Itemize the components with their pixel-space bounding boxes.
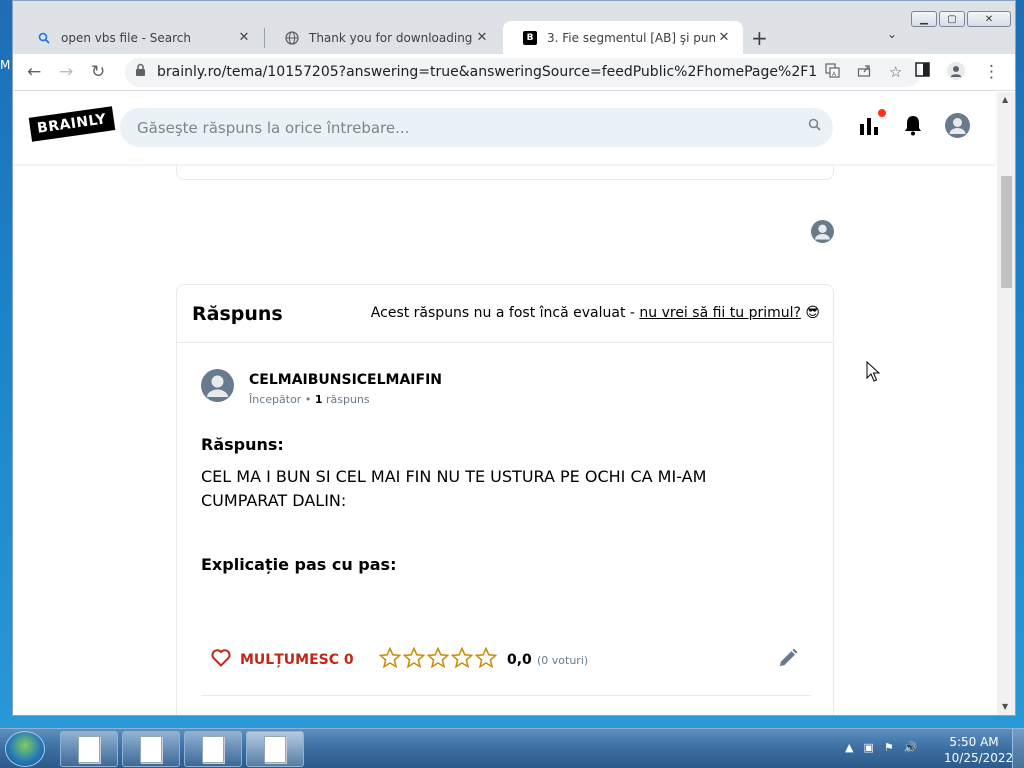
scroll-up-arrow-icon[interactable]: ▲ <box>1002 95 1008 104</box>
search-icon[interactable] <box>808 118 821 135</box>
previous-card-edge <box>176 164 834 180</box>
lock-icon <box>135 63 149 80</box>
tab-title: Thank you for downloading Visual <box>309 30 473 45</box>
side-panel-icon[interactable] <box>915 62 930 82</box>
clock[interactable]: 5:50 AM 10/25/2022 <box>944 734 1014 766</box>
search-input[interactable]: Găseşte răspuns la orice întrebare... <box>120 108 833 147</box>
tab-brainly[interactable]: B 3. Fie segmentul [AB] şi punctele ✕ <box>503 21 743 54</box>
close-icon[interactable]: ✕ <box>715 30 733 45</box>
scrollbar-thumb[interactable] <box>1001 176 1012 288</box>
tab-list-chevron-icon[interactable]: ⌄ <box>887 27 897 41</box>
document-icon <box>202 735 224 763</box>
show-desktop-button[interactable] <box>1012 729 1024 768</box>
notification-dot <box>878 109 886 117</box>
taskbar-app-2[interactable] <box>122 731 180 767</box>
taskbar-app-4[interactable] <box>246 731 304 767</box>
system-tray: ▲ ▣ ⚑ 🔊 <box>845 741 917 754</box>
minimize-button[interactable]: ▁ <box>911 11 937 27</box>
evaluation-link[interactable]: nu vrei să fii tu primul? <box>639 305 801 321</box>
star-icon[interactable] <box>379 647 401 669</box>
close-icon[interactable]: ✕ <box>473 30 491 45</box>
address-bar[interactable]: brainly.ro/tema/10157205?answering=true&… <box>125 58 921 87</box>
answer-card: Răspuns Acest răspuns nu a fost încă eva… <box>176 284 834 715</box>
forward-arrow-icon[interactable]: → <box>59 62 73 82</box>
answer-card-header: Răspuns Acest răspuns nu a fost încă eva… <box>177 285 833 343</box>
pencil-edit-icon[interactable] <box>777 647 799 673</box>
explanation-label: Explicație pas cu pas: <box>201 555 397 574</box>
answerer-count-label: răspuns <box>325 393 370 406</box>
brainly-favicon-icon: B <box>523 30 537 45</box>
tab-download[interactable]: Thank you for downloading Visual ✕ <box>265 21 501 54</box>
action-center-flag-icon[interactable]: ⚑ <box>884 741 894 754</box>
menu-kebab-icon[interactable]: ⋮ <box>983 62 1000 82</box>
tab-title: open vbs file - Search <box>61 30 192 45</box>
evaluation-text: Acest răspuns nu a fost încă evaluat - <box>370 305 640 321</box>
volume-icon[interactable]: 🔊 <box>904 741 918 754</box>
answer-body: CEL MA I BUN SI CEL MAI FIN NU TE USTURA… <box>201 467 707 510</box>
brainly-logo[interactable]: BRAINLY <box>28 106 115 142</box>
evaluation-notice: Acest răspuns nu a fost încă evaluat - n… <box>371 305 820 321</box>
maximize-button[interactable]: ▢ <box>939 11 965 27</box>
page-scrollbar[interactable]: ▲ ▼ <box>997 92 1015 715</box>
answerer-rank: Începător <box>249 393 302 406</box>
back-arrow-icon[interactable]: ← <box>27 62 41 82</box>
star-icon[interactable] <box>475 647 497 669</box>
taskbar-app-1[interactable] <box>60 731 118 767</box>
document-icon <box>140 735 162 763</box>
mouse-pointer-icon <box>866 360 881 387</box>
tray-up-arrow-icon[interactable]: ▲ <box>845 741 853 754</box>
tab-search[interactable]: open vbs file - Search ✕ <box>17 21 263 54</box>
brainly-header: BRAINLY Găseşte răspuns la orice întreba… <box>13 92 995 164</box>
profile-icon[interactable] <box>947 62 965 85</box>
answerer-count: 1 <box>314 393 323 406</box>
stats-bars-icon[interactable] <box>859 114 879 140</box>
star-icon[interactable] <box>451 647 473 669</box>
heart-icon <box>211 649 231 671</box>
close-window-button[interactable]: ✕ <box>967 11 1011 27</box>
star-icon[interactable] <box>427 647 449 669</box>
globe-icon <box>285 30 299 45</box>
answerer-meta: Începător • 1 răspuns <box>249 393 370 406</box>
close-icon[interactable]: ✕ <box>235 30 253 45</box>
bell-icon[interactable] <box>903 114 923 140</box>
document-icon <box>264 735 286 763</box>
clock-time: 5:50 AM <box>949 735 999 749</box>
star-bookmark-icon[interactable]: ☆ <box>889 63 902 81</box>
votes-count: (0 voturi) <box>537 654 589 667</box>
url-text: brainly.ro/tema/10157205?answering=true&… <box>157 64 818 80</box>
star-rating[interactable] <box>379 647 497 669</box>
rating-value: 0,0 <box>507 652 532 668</box>
reload-icon[interactable]: ↻ <box>91 62 105 82</box>
network-icon[interactable]: ▣ <box>863 741 873 754</box>
answer-card-title: Răspuns <box>192 303 283 325</box>
tab-title: 3. Fie segmentul [AB] şi punctele <box>547 30 715 45</box>
answerer-name[interactable]: CELMAIBUNSICELMAIFIN <box>249 372 442 388</box>
start-button[interactable] <box>5 731 45 767</box>
share-icon[interactable] <box>857 63 872 82</box>
translate-icon[interactable]: A <box>825 63 840 82</box>
desktop-edge-text: M <box>0 58 11 72</box>
scroll-down-arrow-icon[interactable]: ▼ <box>1002 702 1008 711</box>
star-icon[interactable] <box>403 647 425 669</box>
browser-toolbar: ← → ↻ brainly.ro/tema/10157205?answering… <box>13 54 1015 91</box>
cool-emoji-icon: 😎 <box>805 305 820 321</box>
card-divider <box>201 695 811 696</box>
tab-strip: open vbs file - Search ✕ Thank you for d… <box>13 1 1015 54</box>
asker-avatar-icon[interactable] <box>811 220 834 243</box>
answerer-avatar-icon[interactable] <box>201 369 234 402</box>
taskbar: ▲ ▣ ⚑ 🔊 5:50 AM 10/25/2022 <box>0 728 1024 768</box>
user-avatar-icon[interactable] <box>945 113 970 142</box>
search-icon <box>37 31 51 45</box>
thanks-button[interactable]: MULȚUMESC 0 <box>211 649 354 671</box>
clock-date: 10/25/2022 <box>944 751 1014 765</box>
search-placeholder: Găseşte răspuns la orice întrebare... <box>137 119 410 137</box>
new-tab-button[interactable]: + <box>751 26 768 50</box>
taskbar-app-3[interactable] <box>184 731 242 767</box>
browser-window: open vbs file - Search ✕ Thank you for d… <box>12 0 1016 716</box>
thanks-label: MULȚUMESC 0 <box>240 652 354 668</box>
document-icon <box>78 735 100 763</box>
window-controls: ▁ ▢ ✕ <box>911 11 1011 27</box>
answer-label: Răspuns: <box>201 435 284 454</box>
